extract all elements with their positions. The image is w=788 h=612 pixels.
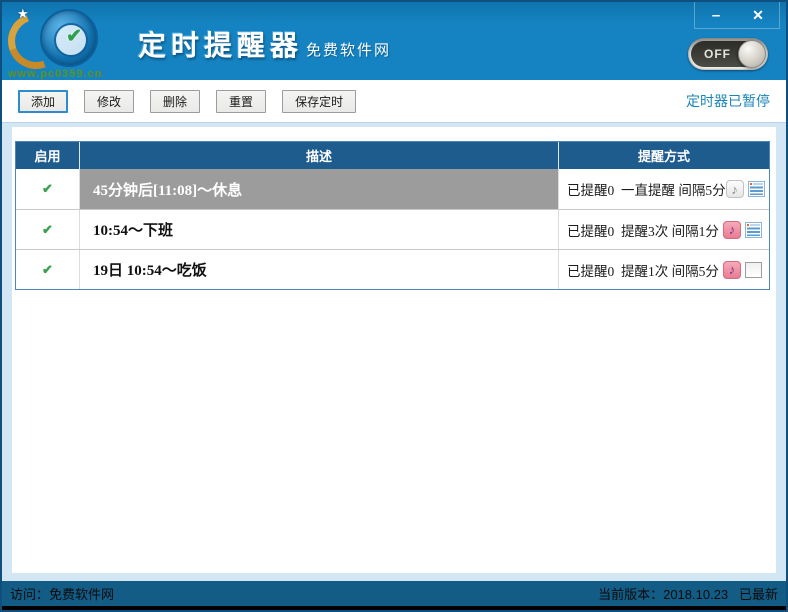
reminder-method-cell: 已提醒0 提醒3次 间隔1分 ♪ bbox=[559, 210, 769, 249]
timer-status-text: 定时器已暂停 bbox=[686, 93, 770, 109]
description-cell: 10:54～下班 bbox=[80, 210, 559, 249]
enabled-check-icon[interactable]: ✔ bbox=[42, 262, 53, 278]
app-subtitle: 免费软件网 bbox=[306, 43, 392, 59]
reminder-icons: ♪ bbox=[725, 180, 765, 198]
app-logo: ★ ✔ www.pc0359.cn bbox=[2, 3, 104, 80]
reset-button[interactable]: 重置 bbox=[216, 89, 267, 113]
music-note-icon: ♪ bbox=[723, 260, 741, 279]
checkbox-icon bbox=[745, 261, 762, 278]
notes-icon bbox=[745, 221, 762, 238]
logo-check-icon: ✔ bbox=[66, 26, 82, 47]
reminder-method-cell: 已提醒0 一直提醒 间隔5分 ♪ bbox=[559, 169, 769, 209]
enabled-cell: ✔ bbox=[16, 210, 80, 249]
bottom-strip bbox=[2, 606, 786, 610]
toolbar: 添加 修改 删除 重置 保存定时 定时器已暂停 bbox=[2, 80, 786, 123]
visit-site-link[interactable]: 访问：免费软件网 bbox=[10, 584, 114, 603]
enabled-check-icon[interactable]: ✔ bbox=[42, 181, 53, 197]
enabled-check-icon[interactable]: ✔ bbox=[42, 222, 53, 238]
table-row[interactable]: ✔ 19日 10:54～吃饭 已提醒0 提醒1次 间隔5分 ♪ bbox=[16, 249, 769, 289]
reminder-method-cell: 已提醒0 提醒1次 间隔5分 ♪ bbox=[559, 250, 769, 289]
column-header-reminder-method: 提醒方式 bbox=[637, 149, 690, 164]
table-row[interactable]: ✔ 10:54～下班 已提醒0 提醒3次 间隔1分 ♪ bbox=[16, 209, 769, 249]
content-panel: 启用 描述 提醒方式 ✔ 45分钟后[11:08]～休息 已提醒0 一直提醒 间… bbox=[12, 127, 776, 573]
column-header-enabled: 启用 bbox=[16, 142, 80, 169]
table-header-row: 启用 描述 提醒方式 bbox=[16, 142, 769, 169]
app-title: 定时提醒器 bbox=[138, 30, 304, 61]
enabled-cell: ✔ bbox=[16, 250, 80, 289]
music-note-icon: ♪ bbox=[725, 180, 744, 198]
enabled-cell: ✔ bbox=[16, 169, 80, 209]
reminder-text: 已提醒0 提醒3次 间隔1分 bbox=[567, 223, 719, 239]
description-cell: 45分钟后[11:08]～休息 bbox=[80, 169, 559, 209]
content-area: 启用 描述 提醒方式 ✔ 45分钟后[11:08]～休息 已提醒0 一直提醒 间… bbox=[2, 123, 786, 581]
version-text: 当前版本：2018.10.23 已最新 bbox=[598, 587, 778, 602]
notes-icon bbox=[747, 181, 765, 197]
window-controls: – ✕ bbox=[694, 2, 780, 29]
table-row[interactable]: ✔ 45分钟后[11:08]～休息 已提醒0 一直提醒 间隔5分 ♪ bbox=[16, 169, 769, 209]
delete-button[interactable]: 删除 bbox=[150, 89, 201, 113]
power-toggle-knob[interactable] bbox=[738, 40, 766, 68]
add-button[interactable]: 添加 bbox=[18, 89, 69, 113]
statusbar: 访问：免费软件网 当前版本：2018.10.23 已最新 bbox=[2, 581, 786, 606]
reminder-icons: ♪ bbox=[723, 260, 762, 279]
titlebar: ★ ✔ www.pc0359.cn 定时提醒器 免费软件网 – ✕ OFF bbox=[2, 2, 786, 80]
reminder-text: 已提醒0 一直提醒 间隔5分 bbox=[567, 183, 726, 198]
reminder-table: 启用 描述 提醒方式 ✔ 45分钟后[11:08]～休息 已提醒0 一直提醒 间… bbox=[15, 141, 770, 290]
power-toggle-label: OFF bbox=[704, 47, 731, 61]
reminder-icons: ♪ bbox=[723, 220, 762, 239]
close-button[interactable]: ✕ bbox=[741, 3, 775, 28]
logo-watermark-text: www.pc0359.cn bbox=[8, 68, 103, 80]
modify-button[interactable]: 修改 bbox=[84, 89, 135, 113]
minimize-button[interactable]: – bbox=[699, 3, 733, 28]
column-header-description: 描述 bbox=[80, 142, 559, 169]
logo-star-icon: ★ bbox=[17, 6, 29, 21]
power-toggle[interactable]: OFF bbox=[688, 38, 768, 70]
power-toggle-track: OFF bbox=[691, 40, 766, 68]
app-window: ★ ✔ www.pc0359.cn 定时提醒器 免费软件网 – ✕ OFF 添加… bbox=[0, 0, 788, 612]
reminder-text: 已提醒0 提醒1次 间隔5分 bbox=[567, 263, 719, 279]
save-timer-button[interactable]: 保存定时 bbox=[282, 89, 357, 113]
description-cell: 19日 10:54～吃饭 bbox=[80, 250, 559, 289]
music-note-icon: ♪ bbox=[723, 220, 741, 239]
